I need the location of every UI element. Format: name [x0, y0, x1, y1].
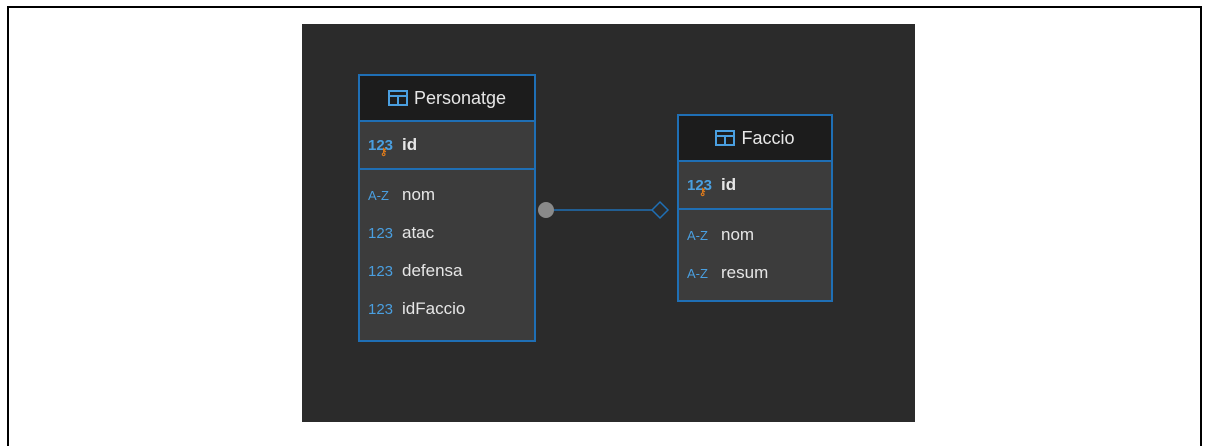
key-field-row[interactable]: 123 ⚷ id	[679, 162, 831, 210]
numeric-type-icon: 123 ⚷	[368, 136, 394, 158]
field-row[interactable]: 123 atac	[360, 214, 534, 252]
table-icon	[715, 130, 736, 146]
field-row[interactable]: A-Z resum	[679, 254, 831, 292]
relationship-start-dot	[538, 202, 554, 218]
entity-title: Personatge	[413, 87, 507, 108]
erd-canvas: Personatge 123 ⚷ id A-Z nom 123 atac 123…	[302, 24, 915, 422]
numeric-type-icon: 123	[368, 300, 394, 318]
field-name: resum	[721, 263, 769, 282]
entity-header: Personatge	[360, 76, 534, 122]
numeric-type-icon: 123	[368, 224, 394, 242]
field-name: id	[721, 175, 737, 194]
key-field-row[interactable]: 123 ⚷ id	[360, 122, 534, 170]
primary-key-icon: ⚷	[699, 186, 707, 198]
field-name: idFaccio	[402, 299, 466, 318]
entity-header: Faccio	[679, 116, 831, 162]
text-type-icon: A-Z	[368, 187, 389, 203]
numeric-type-icon: 123	[368, 262, 394, 280]
entity-personatge[interactable]: Personatge 123 ⚷ id A-Z nom 123 atac 123…	[358, 74, 536, 342]
field-row[interactable]: A-Z nom	[360, 176, 534, 214]
entity-title: Faccio	[741, 127, 795, 148]
field-name: defensa	[402, 261, 463, 280]
table-icon	[387, 90, 408, 106]
numeric-type-icon: 123 ⚷	[687, 176, 713, 198]
field-name: nom	[721, 225, 755, 244]
entity-faccio[interactable]: Faccio 123 ⚷ id A-Z nom A-Z resum	[677, 114, 833, 302]
field-row[interactable]: 123 idFaccio	[360, 290, 534, 328]
relationship-end-diamond	[650, 200, 670, 220]
field-name: atac	[402, 223, 435, 242]
field-name: id	[402, 135, 418, 154]
field-row[interactable]: 123 defensa	[360, 252, 534, 290]
primary-key-icon: ⚷	[380, 146, 388, 158]
text-type-icon: A-Z	[687, 227, 708, 243]
text-type-icon: A-Z	[687, 265, 708, 281]
field-row[interactable]: A-Z nom	[679, 216, 831, 254]
field-name: nom	[402, 185, 436, 204]
